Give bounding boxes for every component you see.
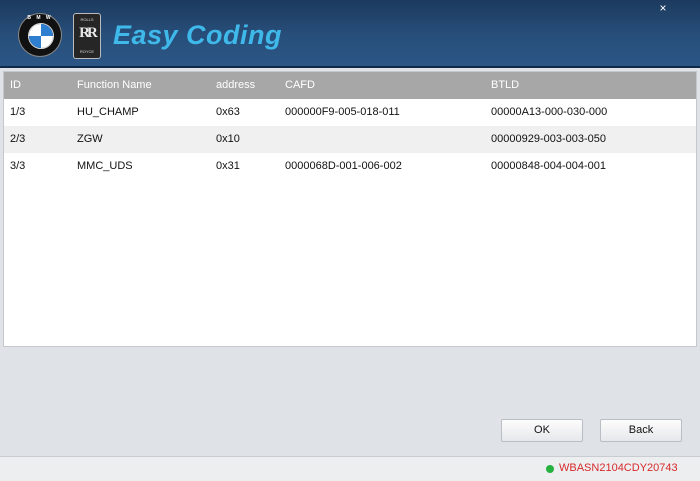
status-bar: WBASN2104CDY20743: [0, 456, 700, 481]
column-header-btld: BTLD: [491, 79, 520, 91]
bmw-logo-text: B M W: [27, 15, 53, 21]
back-button[interactable]: Back: [600, 419, 682, 442]
column-header-address: address: [216, 79, 256, 91]
bmw-roundel: [28, 23, 54, 49]
cell-function-name: HU_CHAMP: [77, 106, 139, 118]
rr-logo-letters: RR: [79, 25, 98, 41]
cell-id: 2/3: [10, 133, 26, 145]
cell-btld: 00000848-004-004-001: [491, 160, 606, 172]
column-header-id: ID: [10, 79, 21, 91]
cell-id: 3/3: [10, 160, 26, 172]
cell-cafd: 000000F9-005-018-011: [285, 106, 400, 118]
ok-button[interactable]: OK: [501, 419, 583, 442]
table-header: ID Function Name address CAFD BTLD: [4, 72, 696, 99]
vin-label: WBASN2104CDY20743: [559, 462, 678, 474]
cell-btld: 00000929-003-003-050: [491, 133, 606, 145]
close-icon[interactable]: ×: [654, 0, 672, 16]
table-row[interactable]: 3/3 MMC_UDS 0x31 0000068D-001-006-002 00…: [4, 153, 696, 180]
table-row[interactable]: 2/3 ZGW 0x10 00000929-003-003-050: [4, 126, 696, 153]
app-title: Easy Coding: [113, 20, 283, 50]
table-row[interactable]: 1/3 HU_CHAMP 0x63 000000F9-005-018-011 0…: [4, 99, 696, 126]
rolls-royce-logo: ROLLS RR ROYCE: [73, 13, 101, 59]
ecu-table: ID Function Name address CAFD BTLD 1/3 H…: [3, 71, 697, 347]
cell-btld: 00000A13-000-030-000: [491, 106, 608, 118]
cell-id: 1/3: [10, 106, 26, 118]
app-header: B M W ROLLS RR ROYCE Easy Coding ×: [0, 0, 700, 68]
connection-status-icon: [546, 465, 554, 473]
column-header-function-name: Function Name: [77, 79, 152, 91]
rr-logo-top: ROLLS: [80, 17, 94, 22]
bmw-logo: B M W: [19, 14, 61, 56]
cell-address: 0x10: [216, 133, 240, 145]
cell-cafd: 0000068D-001-006-002: [285, 160, 402, 172]
cell-function-name: MMC_UDS: [77, 160, 133, 172]
cell-address: 0x63: [216, 106, 240, 118]
cell-address: 0x31: [216, 160, 240, 172]
column-header-cafd: CAFD: [285, 79, 315, 91]
rr-logo-bottom: ROYCE: [79, 49, 95, 54]
cell-function-name: ZGW: [77, 133, 103, 145]
